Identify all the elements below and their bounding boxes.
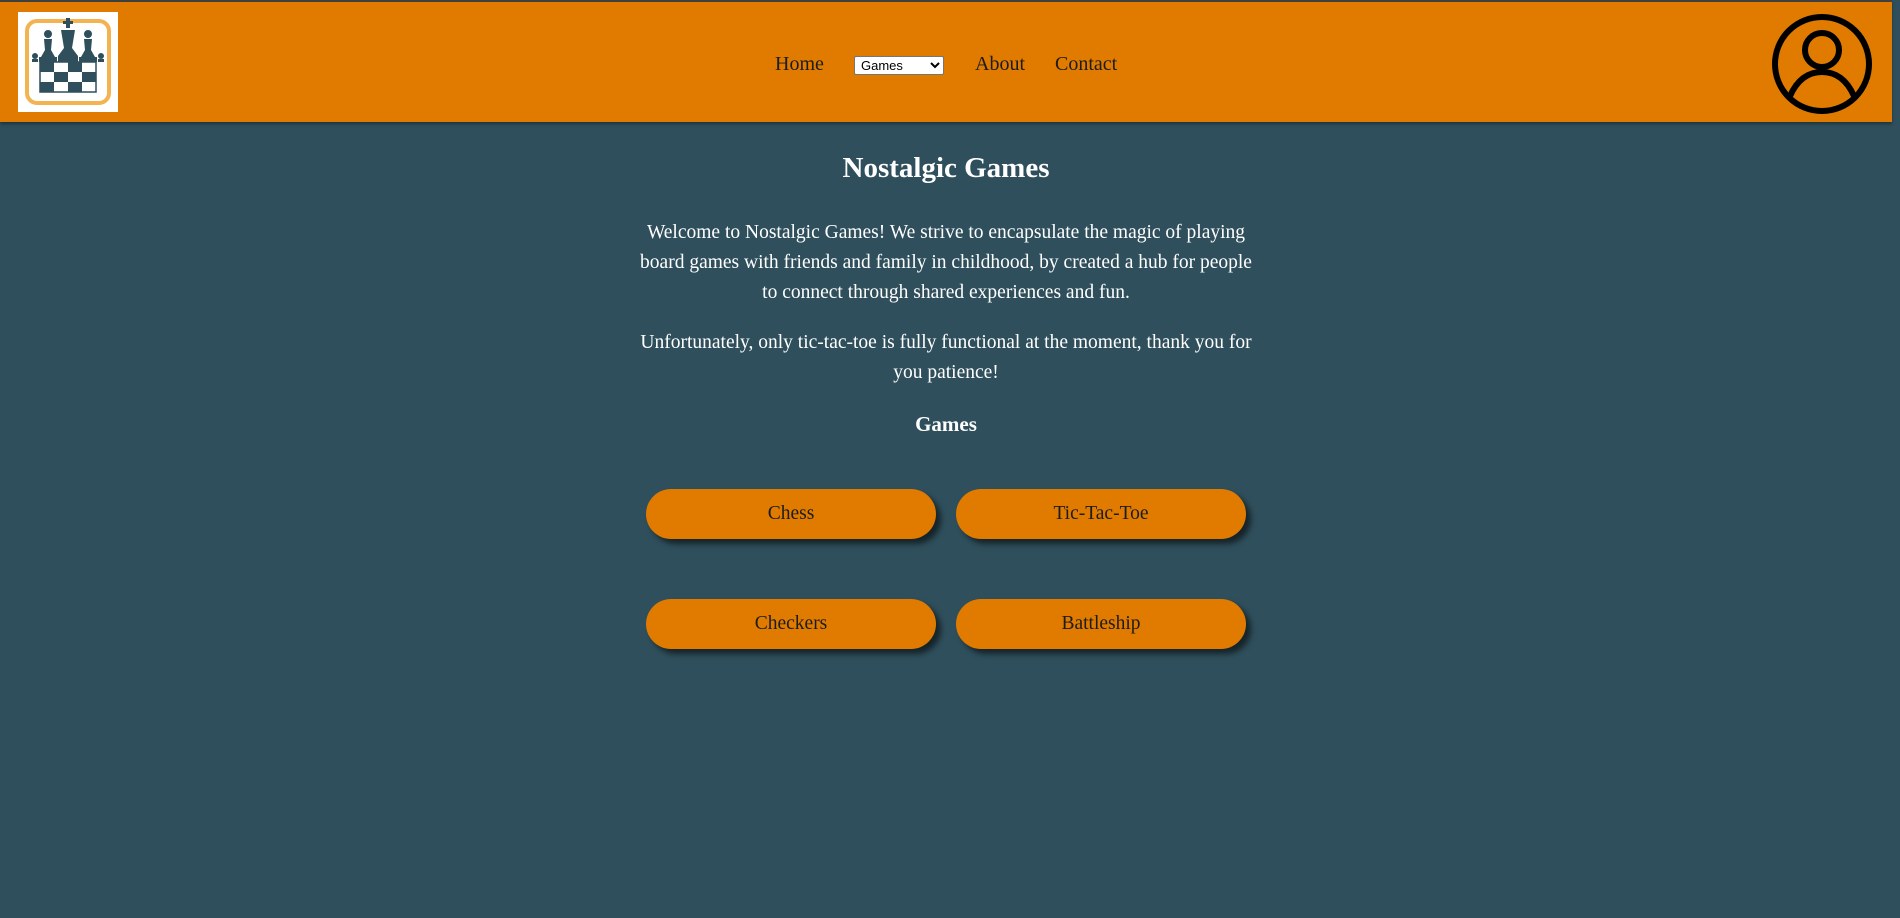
main-nav: Home Games About Contact <box>0 2 1892 122</box>
notice-paragraph: Unfortunately, only tic-tac-toe is fully… <box>640 332 1252 383</box>
battleship-button[interactable]: Battleship <box>956 599 1246 649</box>
intro-paragraph: Welcome to Nostalgic Games! We strive to… <box>640 222 1252 303</box>
nav-home-link[interactable]: Home <box>775 53 824 76</box>
navbar: Home Games About Contact <box>0 0 1892 122</box>
chess-button[interactable]: Chess <box>646 489 936 539</box>
nav-about-link[interactable]: About <box>975 53 1025 76</box>
games-dropdown[interactable]: Games <box>854 56 944 75</box>
checkers-button[interactable]: Checkers <box>646 599 936 649</box>
user-profile-icon[interactable] <box>1770 12 1874 116</box>
games-heading: Games <box>915 412 977 436</box>
tic-tac-toe-button[interactable]: Tic-Tac-Toe <box>956 489 1246 539</box>
page-title: Nostalgic Games <box>842 152 1050 184</box>
nav-contact-link[interactable]: Contact <box>1055 53 1117 76</box>
